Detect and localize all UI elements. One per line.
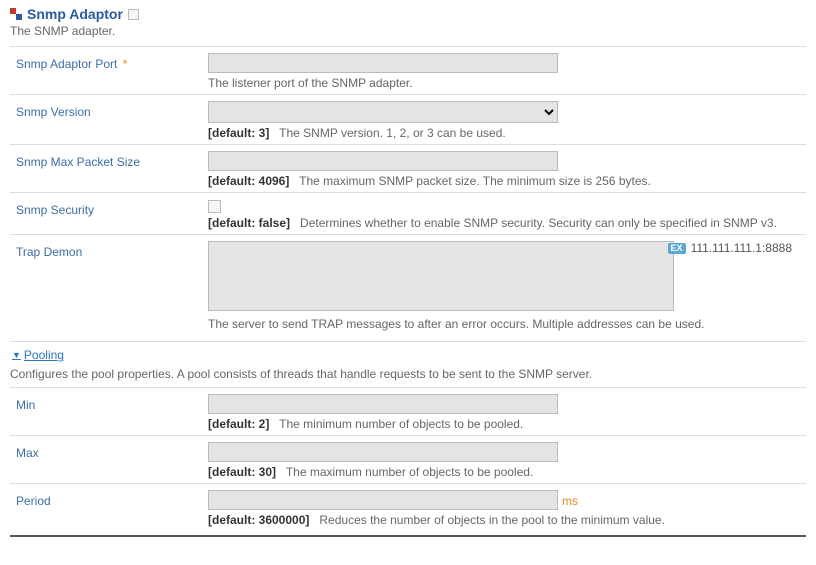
section-subtitle: The SNMP adapter. <box>10 24 806 38</box>
trap-example: EX 111.111.111.1:8888 <box>668 241 792 255</box>
label-pool-max: Max <box>10 442 208 460</box>
section-title: Snmp Adaptor <box>27 6 123 22</box>
row-snmp-security: Snmp Security [default: false] Determine… <box>10 192 806 234</box>
snmp-version-select[interactable] <box>208 101 558 123</box>
row-pool-max: Max [default: 30] The maximum number of … <box>10 435 806 483</box>
row-snmp-version: Snmp Version [default: 3] The SNMP versi… <box>10 94 806 144</box>
help-snmp-security: [default: false] Determines whether to e… <box>208 216 800 230</box>
row-pool-min: Min [default: 2] The minimum number of o… <box>10 387 806 435</box>
help-pool-min: [default: 2] The minimum number of objec… <box>208 417 800 431</box>
help-trap-demon: The server to send TRAP messages to afte… <box>208 317 800 331</box>
chevron-down-icon: ▼ <box>12 350 21 360</box>
required-icon: * <box>123 57 128 71</box>
bottom-divider <box>10 535 806 537</box>
label-snmp-port: Snmp Adaptor Port * <box>10 53 208 71</box>
help-snmp-port: The listener port of the SNMP adapter. <box>208 76 800 90</box>
label-pool-period: Period <box>10 490 208 508</box>
period-unit: ms <box>562 494 578 508</box>
help-snmp-version: [default: 3] The SNMP version. 1, 2, or … <box>208 126 800 140</box>
pooling-toggle[interactable]: ▼ Pooling <box>10 341 806 364</box>
example-text: 111.111.111.1:8888 <box>691 241 792 255</box>
pool-period-input[interactable] <box>208 490 558 510</box>
label-trap-demon: Trap Demon <box>10 241 208 259</box>
adaptor-icon <box>10 8 22 20</box>
row-trap-demon: Trap Demon The server to send TRAP messa… <box>10 234 806 335</box>
snmp-port-input[interactable] <box>208 53 558 73</box>
label-pool-min: Min <box>10 394 208 412</box>
section-enable-checkbox[interactable] <box>128 9 139 20</box>
snmp-maxpkt-input[interactable] <box>208 151 558 171</box>
help-snmp-maxpkt: [default: 4096] The maximum SNMP packet … <box>208 174 800 188</box>
row-snmp-port: Snmp Adaptor Port * The listener port of… <box>10 46 806 94</box>
help-pool-period: [default: 3600000] Reduces the number of… <box>208 513 800 527</box>
pooling-heading: Pooling <box>24 348 64 362</box>
trap-demon-input[interactable] <box>208 241 674 311</box>
section-header: Snmp Adaptor <box>10 6 806 22</box>
help-pool-max: [default: 30] The maximum number of obje… <box>208 465 800 479</box>
row-snmp-maxpkt: Snmp Max Packet Size [default: 4096] The… <box>10 144 806 192</box>
pool-max-input[interactable] <box>208 442 558 462</box>
pool-min-input[interactable] <box>208 394 558 414</box>
label-snmp-security: Snmp Security <box>10 199 208 217</box>
snmp-security-checkbox[interactable] <box>208 200 221 213</box>
row-pool-period: Period ms [default: 3600000] Reduces the… <box>10 483 806 531</box>
label-snmp-maxpkt: Snmp Max Packet Size <box>10 151 208 169</box>
example-badge: EX <box>668 243 686 254</box>
pooling-description: Configures the pool properties. A pool c… <box>10 367 806 381</box>
label-snmp-version: Snmp Version <box>10 101 208 119</box>
